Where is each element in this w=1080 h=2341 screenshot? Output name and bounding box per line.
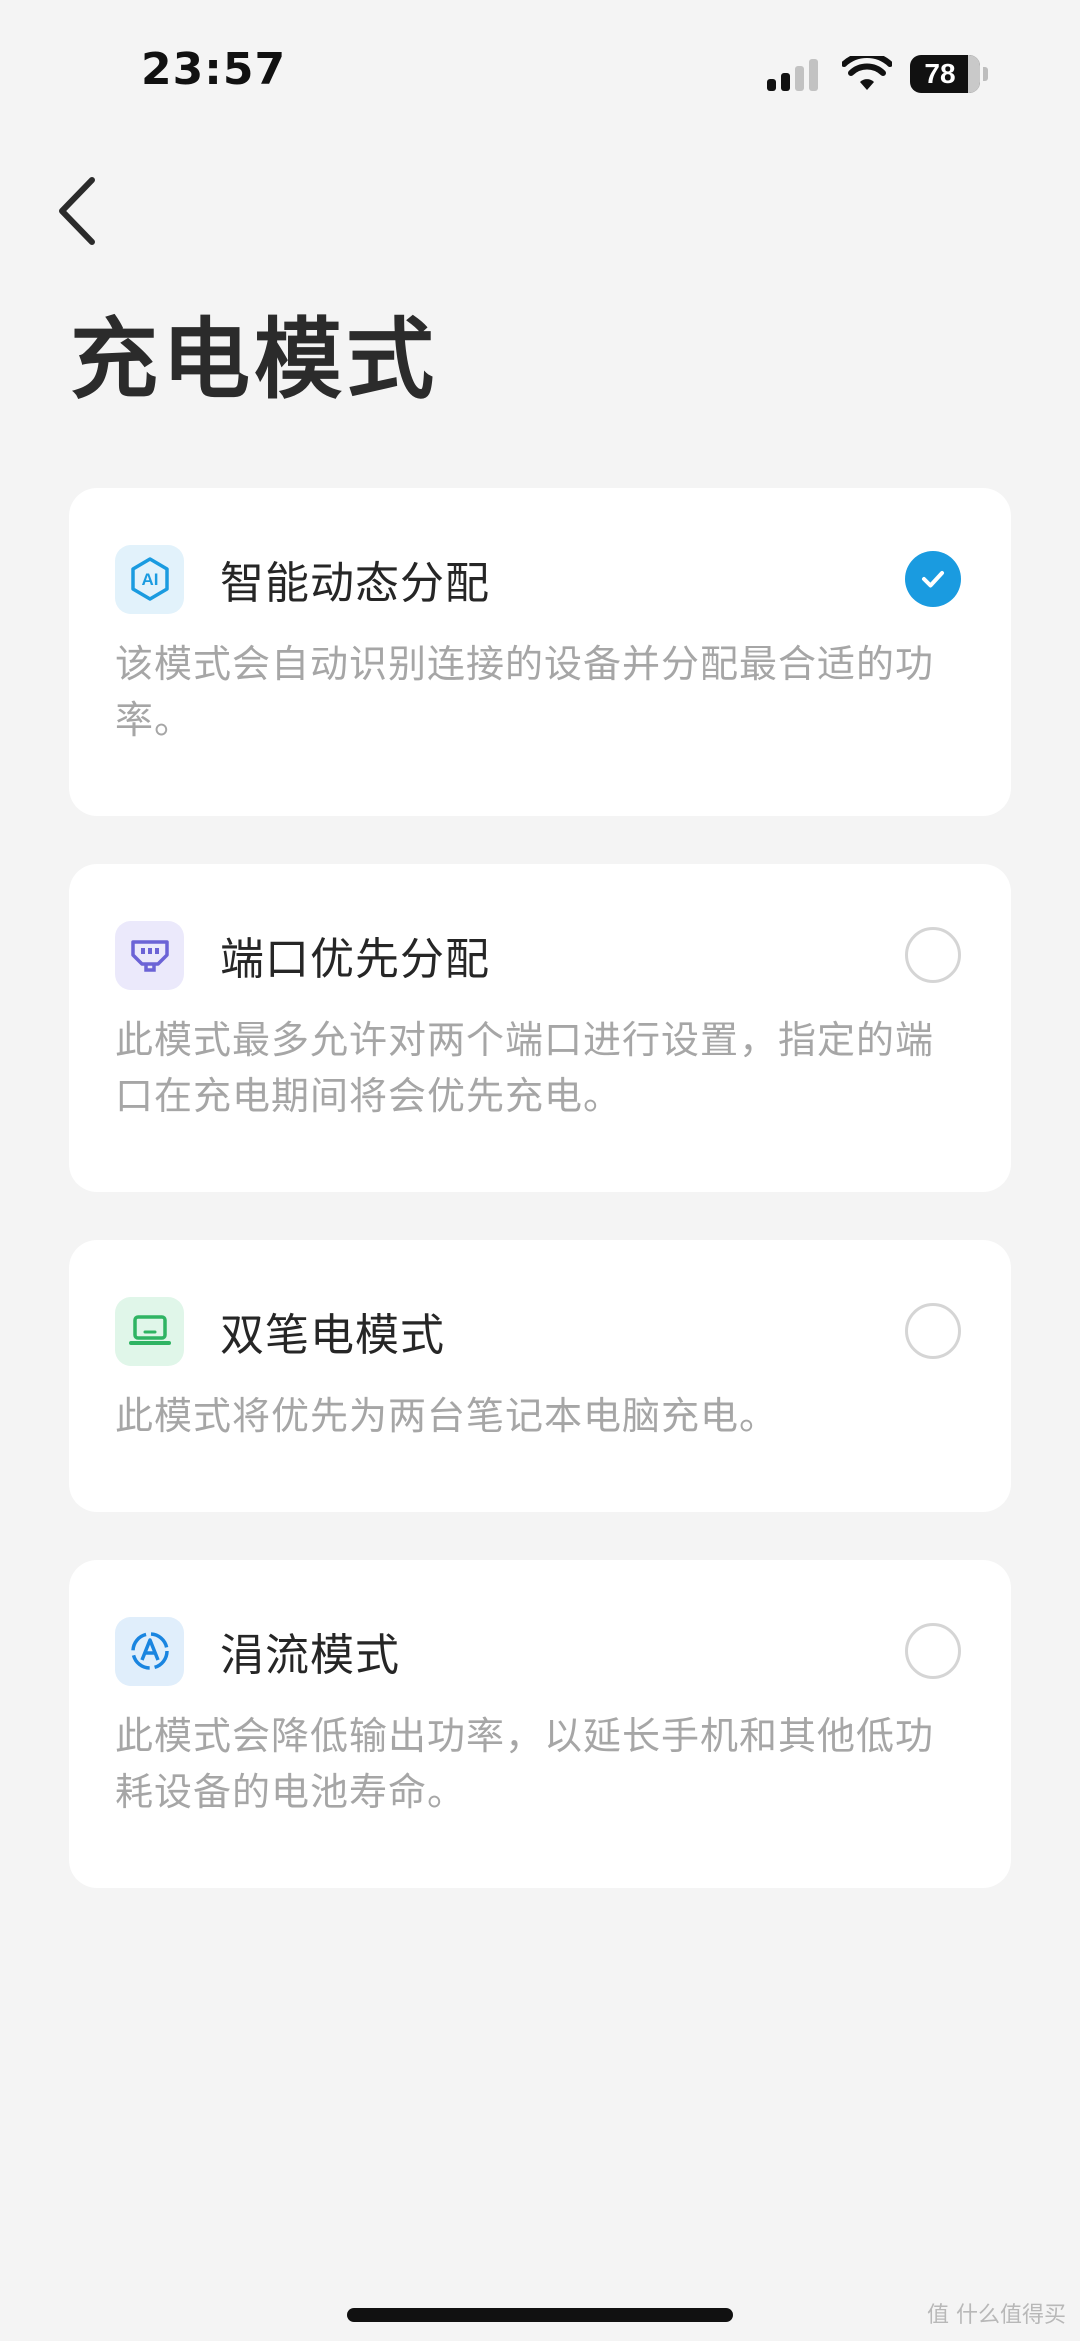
mode-card-trickle[interactable]: 涓流模式 此模式会降低输出功率，以延长手机和其他低功耗设备的电池寿命。 — [69, 1560, 1011, 1888]
mode-label: 涓流模式 — [220, 1630, 400, 1681]
cellular-signal-icon — [767, 57, 818, 91]
back-button[interactable] — [52, 166, 132, 256]
mode-radio[interactable] — [905, 927, 961, 983]
laptop-icon — [115, 1296, 184, 1366]
ai-icon: AI — [115, 544, 184, 614]
svg-text:AI: AI — [141, 570, 158, 589]
trickle-icon — [115, 1616, 184, 1686]
mode-radio[interactable] — [905, 1623, 961, 1679]
mode-card-port-priority[interactable]: 端口优先分配 此模式最多允许对两个端口进行设置，指定的端口在充电期间将会优先充电… — [69, 864, 1011, 1192]
mode-radio[interactable] — [905, 1303, 961, 1359]
home-indicator[interactable] — [347, 2308, 733, 2322]
battery-icon: 78 — [910, 55, 980, 93]
mode-label: 智能动态分配 — [220, 558, 490, 609]
mode-description: 此模式最多允许对两个端口进行设置，指定的端口在充电期间将会优先充电。 — [115, 1018, 935, 1118]
mode-description: 此模式会降低输出功率，以延长手机和其他低功耗设备的电池寿命。 — [115, 1714, 935, 1814]
port-icon — [115, 920, 184, 990]
wifi-icon — [842, 56, 892, 90]
mode-label: 端口优先分配 — [220, 934, 490, 985]
page-title: 充电模式 — [70, 308, 439, 411]
mode-label: 双笔电模式 — [220, 1310, 445, 1361]
battery-level-text: 78 — [924, 58, 956, 89]
mode-card-smart-dynamic[interactable]: AI 智能动态分配 该模式会自动识别连接的设备并分配最合适的功率。 — [69, 488, 1011, 816]
mode-description: 该模式会自动识别连接的设备并分配最合适的功率。 — [115, 642, 935, 742]
mode-description: 此模式将优先为两台笔记本电脑充电。 — [115, 1394, 779, 1438]
chevron-left-icon — [59, 177, 95, 245]
checkmark-icon — [922, 571, 944, 588]
watermark: 值 什么值得买 — [927, 2303, 1066, 2328]
mode-radio-selected[interactable] — [905, 551, 961, 607]
mode-card-dual-laptop[interactable]: 双笔电模式 此模式将优先为两台笔记本电脑充电。 — [69, 1240, 1011, 1512]
status-time: 23:57 — [141, 44, 287, 95]
battery-tip — [983, 67, 988, 81]
status-icons: 78 — [767, 52, 988, 96]
